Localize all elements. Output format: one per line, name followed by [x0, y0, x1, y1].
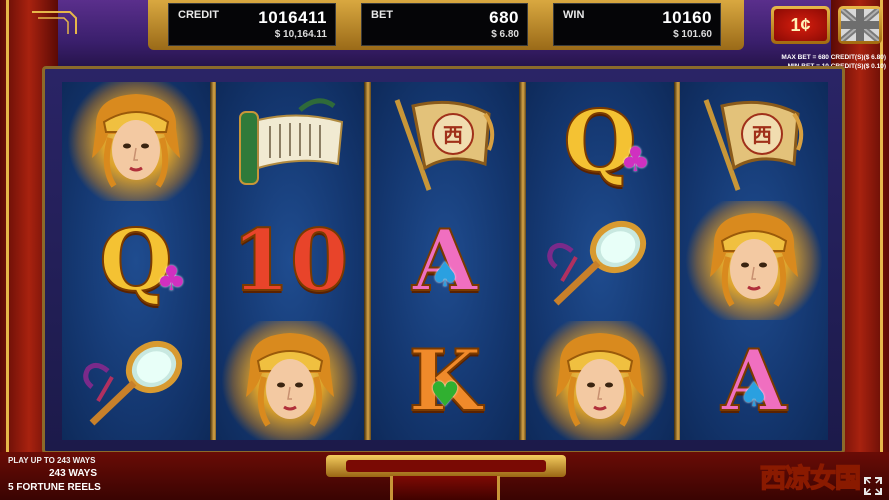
banner-icon: 西 [394, 98, 495, 191]
symbol-banner: 西 [680, 82, 828, 201]
warrior-queen-icon [92, 93, 180, 188]
spin-plate [326, 455, 566, 477]
symbol-mirror [526, 201, 674, 320]
symbol-warrior-queen [680, 201, 828, 320]
reel-3: 西 A ♠ K ♥ [371, 82, 519, 440]
queen-clubs-icon: Q ♣ [98, 210, 187, 310]
reel-5: 西 A ♠ [680, 82, 828, 440]
spin-stand [390, 476, 500, 500]
symbol-warrior-queen [216, 321, 364, 440]
bet-meter[interactable]: BET 680 $ 6.80 [361, 3, 528, 46]
credit-meter: CREDIT 1016411 $ 10,164.11 [168, 3, 336, 46]
clubs-suit-icon: ♣ [620, 139, 651, 180]
ways-line-1: PLAY UP TO 243 WAYS [8, 456, 96, 465]
bet-money: $ 6.80 [491, 29, 519, 40]
game-logo-text: 西凉女国 [759, 463, 862, 495]
hearts-suit-icon: ♥ [429, 374, 461, 415]
warrior-queen-icon [710, 212, 798, 307]
warrior-queen-icon [556, 332, 644, 427]
credit-label: CREDIT [178, 9, 219, 21]
denomination-button[interactable]: 1¢ [771, 6, 830, 44]
ace-spades-icon: A ♠ [720, 330, 787, 430]
warrior-queen-icon [246, 332, 334, 427]
denomination-label: 1¢ [774, 9, 827, 41]
clubs-suit-icon: ♣ [156, 258, 187, 299]
symbol-warrior-queen [62, 82, 210, 201]
svg-text:西: 西 [752, 123, 772, 147]
banner-icon: 西 [703, 98, 804, 191]
spades-suit-icon: ♠ [429, 254, 461, 295]
mirror-icon [83, 340, 183, 426]
scroll-icon [239, 97, 344, 185]
bet-value: 680 [489, 8, 519, 27]
game-logo: 西凉女国 [759, 458, 862, 498]
credit-money: $ 10,164.11 [274, 29, 327, 40]
ten-icon: 10 [231, 210, 350, 310]
symbol-warrior-queen [526, 321, 674, 440]
queen-clubs-icon: Q ♣ [562, 91, 651, 191]
max-bet-text: MAX BET = 680 CREDIT(S)($ 6.80) [781, 54, 886, 61]
symbol-banner: 西 [371, 82, 519, 201]
reel-4: Q ♣ [526, 82, 674, 440]
credit-value: 1016411 [258, 8, 327, 27]
fullscreen-icon[interactable] [863, 476, 883, 496]
reel-2: 10 [216, 82, 364, 440]
ways-line-2: 243 WAYS [49, 468, 97, 479]
spades-suit-icon: ♠ [738, 374, 770, 415]
corner-ornament-icon [32, 11, 77, 34]
symbol-ace-spades: A ♠ [371, 201, 519, 320]
king-hearts-icon: K ♥ [407, 330, 482, 430]
win-meter: WIN 10160 $ 101.60 [553, 3, 721, 46]
symbol-queen-clubs: Q ♣ [526, 82, 674, 201]
symbol-ace-spades: A ♠ [680, 321, 828, 440]
language-button[interactable] [838, 6, 882, 44]
symbol-mirror [62, 321, 210, 440]
mirror-icon [547, 220, 647, 306]
reel-1: Q ♣ [62, 82, 210, 440]
ways-line-3: 5 FORTUNE REELS [8, 482, 101, 493]
union-jack-flag-icon [841, 9, 879, 41]
symbol-ten: 10 [216, 201, 364, 320]
ace-spades-icon: A ♠ [411, 210, 478, 310]
win-label: WIN [563, 9, 585, 21]
win-money: $ 101.60 [673, 29, 712, 40]
top-hud: CREDIT 1016411 $ 10,164.11 BET 680 $ 6.8… [148, 0, 744, 50]
win-value: 10160 [662, 8, 712, 27]
game-stage: CREDIT 1016411 $ 10,164.11 BET 680 $ 6.8… [0, 0, 889, 500]
symbol-king-hearts: K ♥ [371, 321, 519, 440]
ways-info: PLAY UP TO 243 WAYS 243 WAYS 5 FORTUNE R… [8, 453, 146, 499]
symbol-queen-clubs: Q ♣ [62, 201, 210, 320]
bet-label: BET [371, 9, 393, 21]
symbol-scroll [216, 82, 364, 201]
svg-text:西: 西 [443, 123, 463, 147]
